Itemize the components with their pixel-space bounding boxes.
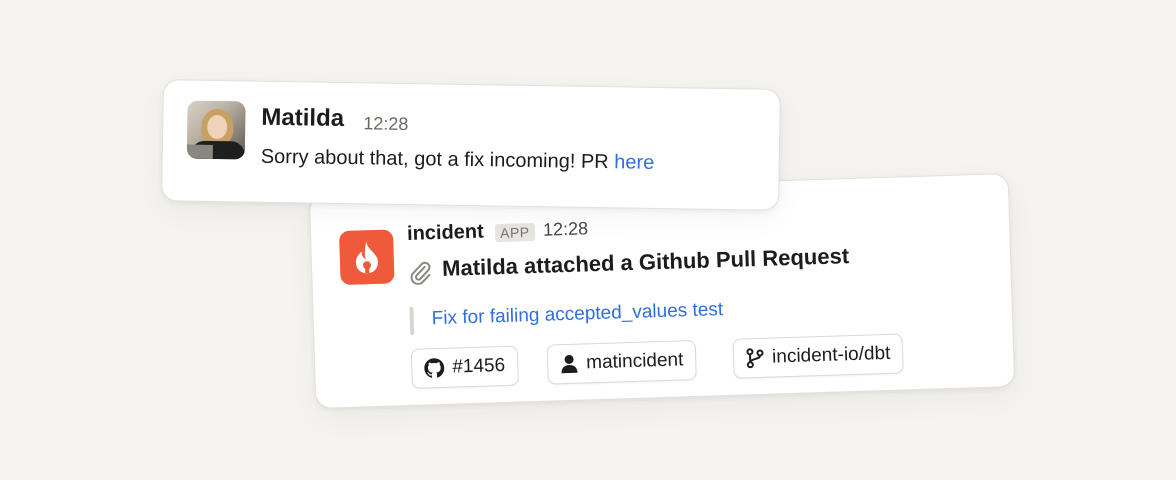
git-branch-icon	[746, 348, 764, 369]
message-timestamp[interactable]: 12:28	[543, 218, 589, 240]
canvas-background: incident APP 12:28 Matilda attached a Gi…	[0, 0, 1176, 480]
author-chip[interactable]: matincident	[546, 339, 697, 385]
quote-bar	[409, 306, 415, 335]
incident-app-icon	[338, 229, 395, 286]
author-label: matincident	[585, 349, 684, 374]
repository-label: incident-io/dbt	[771, 342, 891, 368]
pull-request-link[interactable]: Fix for failing accepted_values test	[431, 299, 723, 330]
user-message-card: Matilda 12:28 Sorry about that, got a fi…	[161, 79, 781, 211]
message-body: Sorry about that, got a fix incoming! PR	[260, 145, 609, 174]
message-timestamp[interactable]: 12:28	[363, 113, 408, 135]
app-name[interactable]: incident	[407, 221, 484, 246]
pr-link[interactable]: here	[614, 151, 654, 174]
attachment-headline: Matilda attached a Github Pull Request	[441, 243, 850, 281]
paperclip-icon	[408, 260, 433, 290]
message-text: Sorry about that, got a fix incoming! PR…	[261, 146, 655, 175]
github-icon	[424, 358, 445, 378]
pr-number-chip[interactable]: #1456	[410, 345, 519, 389]
pr-number-label: #1456	[451, 354, 506, 378]
avatar[interactable]	[186, 100, 246, 160]
app-badge: APP	[494, 222, 535, 243]
user-icon	[561, 354, 578, 374]
message-author[interactable]: Matilda	[261, 104, 344, 133]
repository-chip[interactable]: incident-io/dbt	[732, 333, 905, 379]
